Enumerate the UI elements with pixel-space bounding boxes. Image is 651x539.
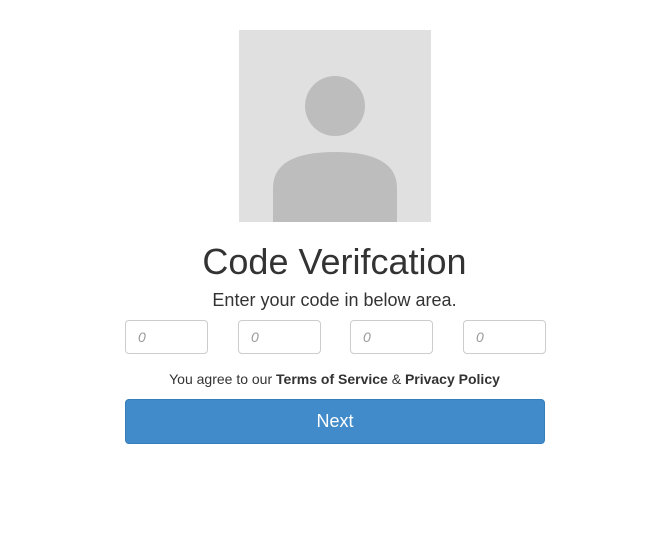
code-digit-2-input[interactable] (238, 320, 321, 354)
code-digit-4-input[interactable] (463, 320, 546, 354)
agreement-separator: & (391, 371, 402, 387)
page-subtitle: Enter your code in below area. (212, 290, 457, 310)
agreement-text: You agree to our Terms of Service & Priv… (0, 371, 651, 388)
code-digit-3-input[interactable] (350, 320, 433, 354)
privacy-policy-link[interactable]: Privacy Policy (405, 371, 500, 387)
terms-of-service-link[interactable]: Terms of Service (276, 371, 388, 387)
agreement-prefix: You agree to our (169, 371, 273, 387)
code-digit-1-input[interactable] (125, 320, 208, 354)
page-title: Code Verifcation (202, 241, 467, 282)
avatar (239, 30, 431, 222)
code-input-group (125, 320, 546, 354)
user-placeholder-icon (273, 76, 397, 222)
next-button[interactable]: Next (125, 399, 545, 444)
verification-page: Code Verifcation Enter your code in belo… (0, 0, 651, 539)
